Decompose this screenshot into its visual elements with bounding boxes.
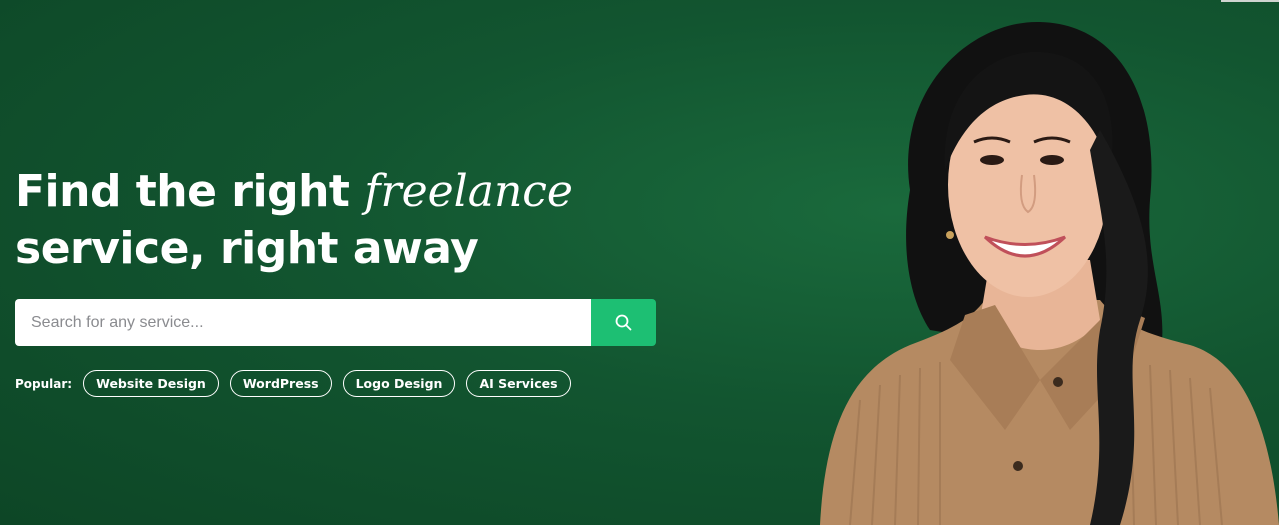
page-title: Find the right freelance service, right … bbox=[15, 163, 573, 277]
button-top bbox=[1053, 377, 1063, 387]
search-input[interactable] bbox=[15, 299, 591, 346]
popular-chip-ai-services[interactable]: AI Services bbox=[466, 370, 571, 397]
headline-accent: freelance bbox=[364, 166, 573, 217]
popular-chip-wordpress[interactable]: WordPress bbox=[229, 370, 332, 397]
earring bbox=[946, 231, 954, 239]
hero-section: Find the right freelance service, right … bbox=[0, 0, 1279, 525]
button-bottom bbox=[1013, 461, 1023, 471]
search-icon bbox=[615, 314, 632, 331]
hero-portrait-image bbox=[820, 21, 1279, 525]
search-button[interactable] bbox=[591, 299, 656, 346]
popular-chip-website-design[interactable]: Website Design bbox=[83, 370, 219, 397]
popular-services: Popular: Website Design WordPress Logo D… bbox=[15, 370, 571, 397]
eye-right bbox=[1040, 155, 1064, 165]
popular-chip-logo-design[interactable]: Logo Design bbox=[342, 370, 456, 397]
search-bar bbox=[15, 299, 656, 346]
headline-part1: Find the right bbox=[15, 166, 365, 217]
headline-part2: service, right away bbox=[15, 223, 479, 274]
eye-left bbox=[980, 155, 1004, 165]
popular-label: Popular: bbox=[15, 376, 73, 391]
